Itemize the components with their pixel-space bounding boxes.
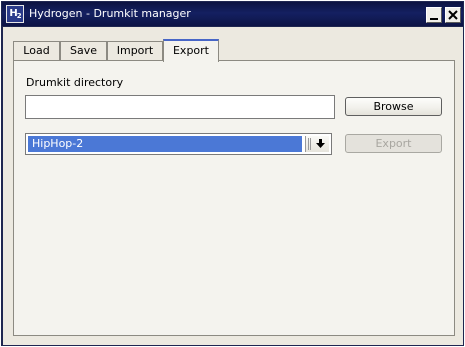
drumkit-select[interactable]: HipHop-2 — [25, 133, 332, 155]
drumkit-select-dropdown-button[interactable] — [305, 136, 329, 152]
arrow-down-icon — [316, 139, 325, 148]
close-icon — [448, 10, 458, 20]
window-title: Hydrogen - Drumkit manager — [29, 7, 191, 20]
window-client-area: Load Save Import Export Drumkit director… — [3, 27, 463, 345]
export-tab-panel: Drumkit directory Browse HipHop-2 Export — [13, 60, 455, 336]
tab-save[interactable]: Save — [60, 41, 107, 61]
close-button[interactable] — [445, 7, 461, 23]
browse-button[interactable]: Browse — [345, 97, 442, 116]
hydrogen-app-icon[interactable]: H2 — [6, 5, 24, 23]
drumkit-directory-label: Drumkit directory — [26, 76, 124, 89]
tab-load[interactable]: Load — [13, 41, 60, 61]
tab-export[interactable]: Export — [163, 39, 219, 62]
grip-icon — [308, 138, 311, 150]
title-bar[interactable]: H2 Hydrogen - Drumkit manager — [2, 2, 463, 26]
tab-import[interactable]: Import — [107, 41, 163, 61]
export-button[interactable]: Export — [345, 134, 442, 153]
drumkit-manager-window: H2 Hydrogen - Drumkit manager Load Save … — [0, 0, 465, 347]
drumkit-select-value: HipHop-2 — [28, 136, 302, 152]
drumkit-directory-input[interactable] — [25, 95, 335, 119]
minimize-button[interactable] — [426, 7, 442, 23]
minimize-icon — [430, 18, 438, 20]
